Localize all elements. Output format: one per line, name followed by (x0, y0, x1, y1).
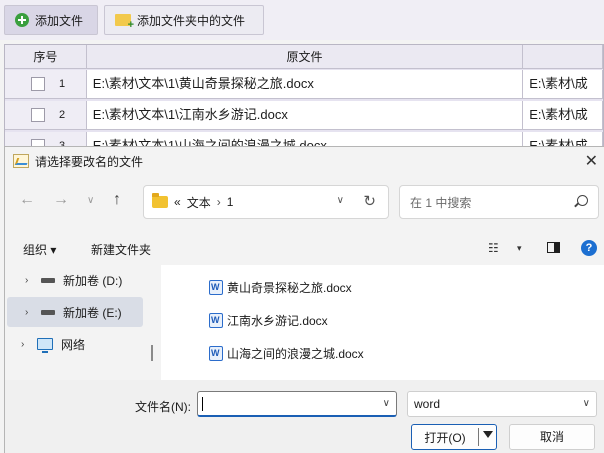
grid-header: 序号 原文件 (5, 45, 603, 69)
tree-item-drive-e[interactable]: › 新加卷 (E:) (7, 297, 143, 327)
image-file-icon (13, 154, 29, 168)
refresh-icon[interactable]: ↻ (363, 192, 376, 210)
row-number-cell: 1 (5, 70, 87, 98)
search-placeholder: 在 1 中搜索 (410, 195, 472, 210)
file-name: 江南水乡游记.docx (227, 313, 328, 328)
dialog-footer: 文件名(N): ∨ word ∨ 打开(O) 取消 (5, 380, 604, 453)
dialog-title: 请选择要改名的文件 (35, 154, 144, 169)
row-number-cell: 2 (5, 101, 87, 129)
file-type-value: word (414, 397, 441, 411)
up-arrow-icon[interactable]: ↑ (113, 191, 121, 209)
list-item[interactable]: 山海之间的浪漫之城.docx (209, 342, 364, 364)
breadcrumb-separator[interactable]: › (217, 195, 221, 209)
add-circle-icon (15, 13, 29, 27)
address-history-chevron-icon[interactable]: ∨ (337, 195, 344, 206)
row-checkbox[interactable] (31, 108, 45, 122)
filename-history-chevron-icon[interactable]: ∨ (383, 398, 390, 409)
tree-item-label: 网络 (61, 337, 86, 352)
search-icon[interactable] (577, 195, 588, 206)
row-number: 1 (59, 78, 66, 90)
folder-icon (152, 193, 168, 208)
recent-locations-chevron-icon[interactable]: ∨ (87, 195, 94, 206)
dest-path-cell: E:\素材\成 (523, 70, 603, 98)
file-name: 山海之间的浪漫之城.docx (227, 346, 364, 361)
word-doc-icon (209, 345, 223, 361)
open-file-dialog: 请选择要改名的文件 ✕ ← → ∨ ↑ « 文本 › 1 ∨ ↻ 在 1 中搜索… (4, 146, 604, 453)
forward-arrow-icon[interactable]: → (53, 191, 69, 209)
navigation-pane: › 新加卷 (D:) › 新加卷 (E:) › 网络 (5, 265, 155, 380)
add-folder-files-button[interactable]: 添加文件夹中的文件 (104, 5, 264, 35)
list-item[interactable]: 黄山奇景探秘之旅.docx (209, 276, 352, 298)
tree-item-label: 新加卷 (E:) (63, 305, 122, 320)
tree-item-network[interactable]: › 网络 (7, 329, 143, 359)
organize-menu-button[interactable]: 组织 ▾ (23, 241, 56, 258)
new-folder-button[interactable]: 新建文件夹 (91, 241, 151, 258)
close-icon[interactable]: ✕ (585, 151, 598, 171)
header-dest[interactable] (523, 45, 603, 69)
navigation-pane-scrollbar[interactable] (151, 345, 153, 361)
drive-icon (41, 309, 55, 315)
open-button-label: 打开(O) (424, 430, 466, 445)
help-icon[interactable]: ? (581, 240, 597, 256)
word-doc-icon (209, 312, 223, 328)
drive-icon (41, 277, 55, 283)
view-options-chevron-icon[interactable]: ▾ (517, 243, 522, 254)
header-source[interactable]: 原文件 (87, 45, 524, 69)
row-checkbox[interactable] (31, 77, 45, 91)
row-number: 2 (59, 109, 66, 121)
file-type-chevron-icon[interactable]: ∨ (583, 398, 590, 409)
expand-chevron-icon[interactable]: › (25, 307, 33, 318)
text-caret (202, 397, 203, 411)
expand-chevron-icon[interactable]: › (25, 275, 33, 286)
open-options-arrow-icon[interactable] (483, 431, 493, 438)
folder-add-icon (115, 14, 134, 31)
tree-item-drive-d[interactable]: › 新加卷 (D:) (7, 265, 143, 295)
navigation-bar: ← → ∨ ↑ « 文本 › 1 ∨ ↻ 在 1 中搜索 (5, 183, 604, 223)
source-path-cell: E:\素材\文本\1\江南水乡游记.docx (86, 101, 524, 129)
tree-item-label: 新加卷 (D:) (63, 273, 123, 288)
file-name: 黄山奇景探秘之旅.docx (227, 280, 352, 295)
address-overflow[interactable]: « (174, 195, 181, 209)
expand-chevron-icon[interactable]: › (21, 339, 29, 350)
app-toolbar: 添加文件 添加文件夹中的文件 (0, 0, 604, 40)
command-bar: 组织 ▾ 新建文件夹 ☷ ▾ ? (5, 233, 604, 263)
list-item[interactable]: 江南水乡游记.docx (209, 309, 328, 331)
dest-path-cell: E:\素材\成 (523, 101, 603, 129)
filename-label: 文件名(N): (135, 400, 191, 414)
dialog-titlebar: 请选择要改名的文件 ✕ (5, 147, 604, 175)
split-divider (478, 428, 479, 446)
view-options-icon[interactable]: ☷ (488, 241, 499, 255)
table-row[interactable]: 2 E:\素材\文本\1\江南水乡游记.docx E:\素材\成 (5, 101, 603, 130)
source-path-cell: E:\素材\文本\1\黄山奇景探秘之旅.docx (86, 70, 524, 98)
file-grid: 序号 原文件 1 E:\素材\文本\1\黄山奇景探秘之旅.docx E:\素材\… (4, 44, 604, 154)
file-type-select[interactable]: word ∨ (407, 391, 597, 417)
add-files-button[interactable]: 添加文件 (4, 5, 98, 35)
breadcrumb-item[interactable]: 文本 (187, 194, 211, 211)
filename-input[interactable]: ∨ (197, 391, 397, 417)
file-list: 黄山奇景探秘之旅.docx 江南水乡游记.docx 山海之间的浪漫之城.docx (161, 265, 604, 380)
add-files-label: 添加文件 (35, 13, 84, 28)
add-folder-files-label: 添加文件夹中的文件 (137, 13, 246, 28)
preview-pane-icon[interactable] (547, 242, 560, 253)
breadcrumb-item[interactable]: 1 (227, 195, 234, 209)
cancel-button[interactable]: 取消 (509, 424, 595, 450)
back-arrow-icon[interactable]: ← (19, 191, 35, 209)
word-doc-icon (209, 279, 223, 295)
header-no[interactable]: 序号 (5, 45, 87, 69)
search-box[interactable]: 在 1 中搜索 (399, 185, 599, 219)
table-row[interactable]: 1 E:\素材\文本\1\黄山奇景探秘之旅.docx E:\素材\成 (5, 70, 603, 99)
address-bar[interactable]: « 文本 › 1 ∨ ↻ (143, 185, 389, 219)
open-button[interactable]: 打开(O) (411, 424, 497, 450)
network-icon (37, 338, 53, 353)
